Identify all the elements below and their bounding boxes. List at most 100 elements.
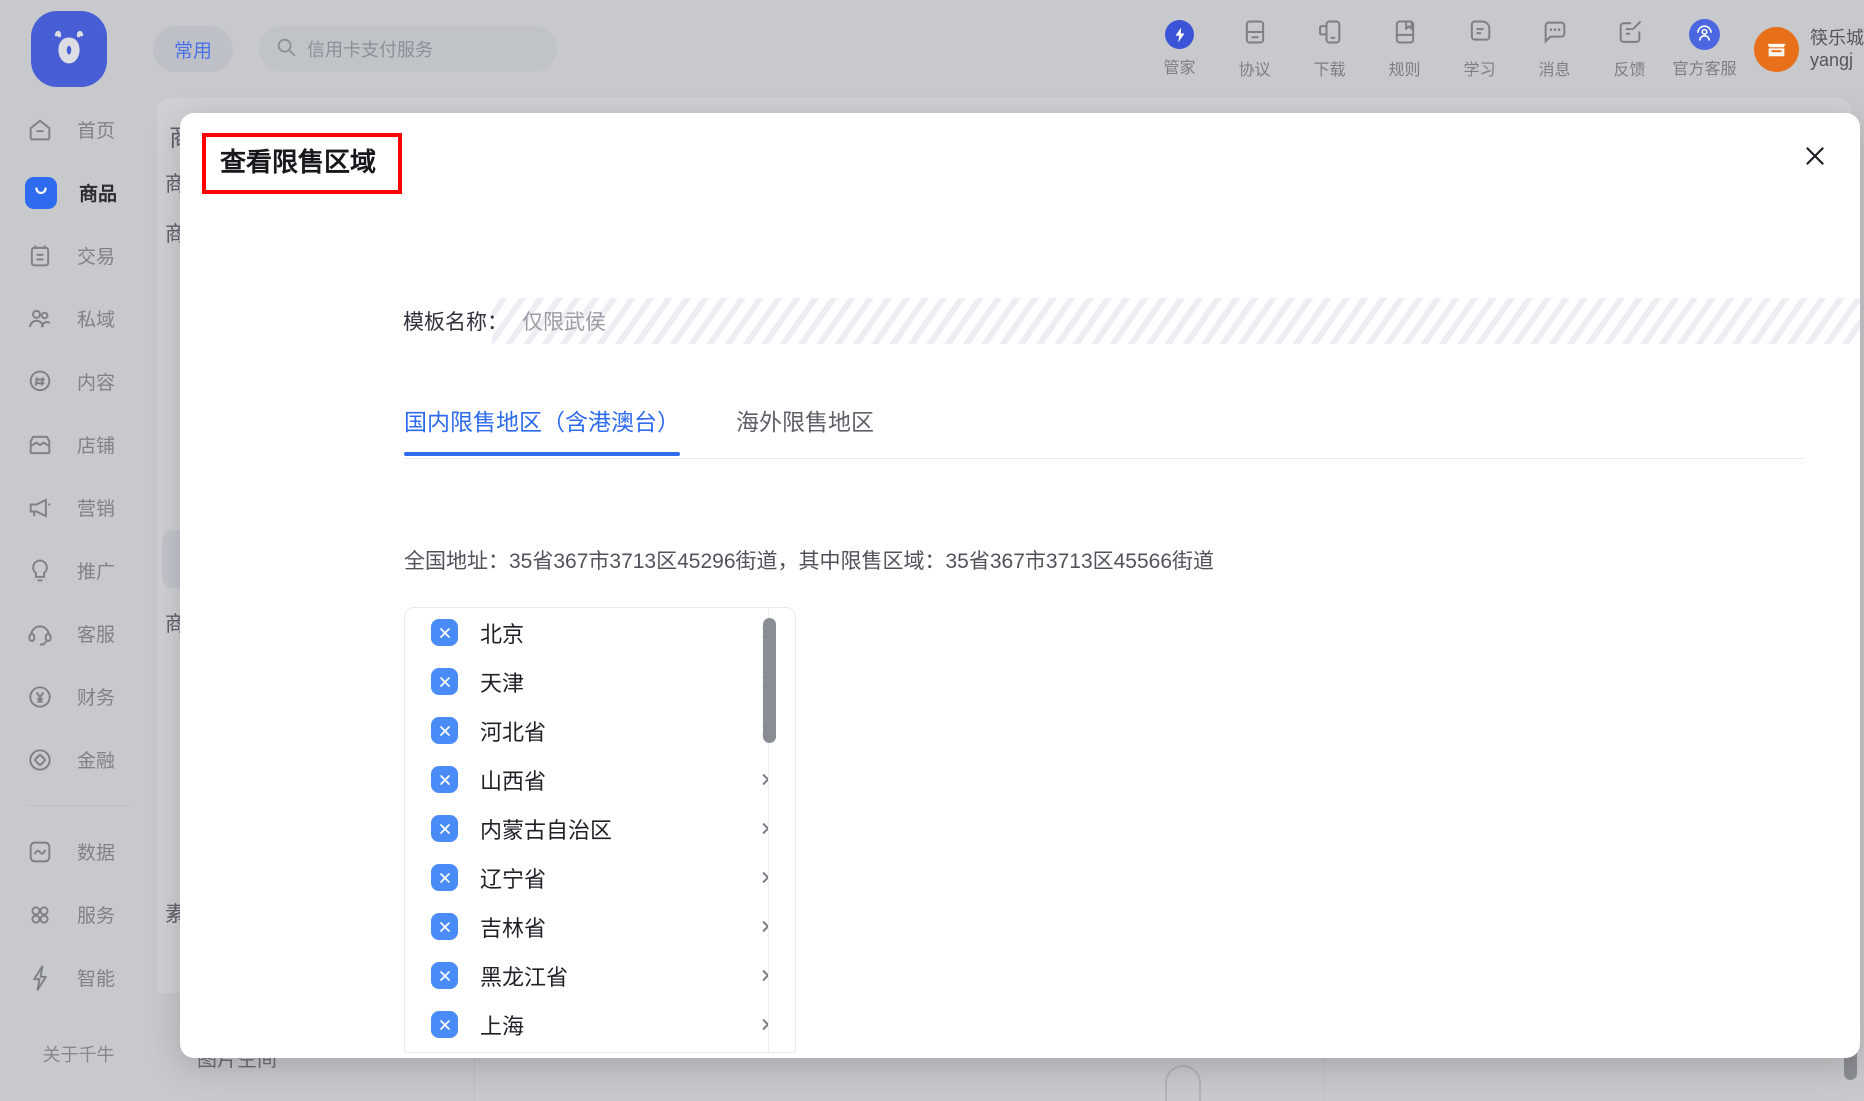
sidebar-item-label: 服务 [77,906,116,927]
common-tab-button[interactable]: 常用 [153,26,233,72]
modal-tabs: 国内限售地区（含港澳台） 海外限售地区 [404,403,1804,459]
chevron-right-icon[interactable] [758,772,773,787]
sidebar-item-intelligence[interactable]: 智能 [0,946,157,1009]
chevron-right-icon[interactable] [758,1017,773,1032]
chevron-right-icon[interactable] [758,919,773,934]
sidebar-item-financial[interactable]: 金融 [0,728,157,791]
download-icon [1316,18,1344,51]
list-item[interactable]: 北京 [405,608,795,657]
sidebar-item-service[interactable]: 服务 [0,883,157,946]
sidebar-item-data[interactable]: 数据 [0,820,157,883]
list-item[interactable]: 吉林省 [405,902,795,951]
template-name-label: 模板名称： [403,311,508,334]
chevron-right-icon[interactable] [758,821,773,836]
sidebar-item-label: 私域 [77,310,116,331]
nav-label: 学习 [1463,62,1496,79]
user-name-block: 筷乐城 yangj [1810,27,1864,72]
qianniu-logo-icon[interactable] [31,11,107,87]
view-restricted-area-modal: 查看限售区域 模板名称： 仅限武侯 国内限售地区（含港澳台） 海外限售地区 全国… [180,113,1860,1058]
modal-title-highlight: 查看限售区域 [202,133,403,194]
checkbox-x-icon[interactable] [431,1011,458,1038]
nav-item-message[interactable]: 消息 [1517,18,1592,80]
list-item[interactable]: 上海 [405,1000,795,1049]
nav-item-feedback[interactable]: 反馈 [1592,18,1667,80]
address-summary-text: 全国地址：35省367市3713区45296街道，其中限售区域：35省367市3… [404,550,1215,573]
tab-label: 国内限售地区（含港澳台） [404,409,680,435]
sidebar-item-goods[interactable]: 商品 [0,161,157,224]
message-bubble-icon [1541,18,1569,51]
sidebar-item-label: 营销 [77,499,116,520]
region-name: 河北省 [480,719,547,745]
nav-label: 规则 [1388,62,1421,79]
sidebar-item-home[interactable]: 首页 [0,98,157,161]
region-name: 辽宁省 [480,866,547,892]
promotion-bulb-icon [25,556,55,586]
tab-overseas-restricted[interactable]: 海外限售地区 [736,403,874,455]
home-icon [25,115,55,145]
sidebar-item-label: 交易 [77,247,116,268]
hatched-background [492,298,1860,344]
tab-domestic-restricted[interactable]: 国内限售地区（含港澳台） [404,403,680,456]
search-input[interactable]: 信用卡支付服务 [259,26,557,72]
list-item-partial[interactable] [405,1049,795,1052]
nav-item-agreement[interactable]: 协议 [1217,18,1292,80]
common-tab-label: 常用 [173,40,212,62]
sidebar-item-shop[interactable]: 店铺 [0,413,157,476]
trade-icon [25,241,55,271]
checkbox-x-icon[interactable] [431,717,458,744]
sidebar-item-label: 金融 [77,751,116,772]
nav-item-official-support[interactable]: 官方客服 [1667,19,1742,79]
sidebar-footer-link[interactable]: 关于千牛 [0,1041,157,1067]
search-placeholder: 信用卡支付服务 [307,40,433,60]
template-name-value: 仅限武侯 [522,311,606,334]
checkbox-x-icon[interactable] [431,766,458,793]
nav-label: 反馈 [1613,62,1646,79]
sidebar-item-finance[interactable]: 财务 [0,665,157,728]
search-icon [275,36,297,63]
list-item[interactable]: 黑龙江省 [405,951,795,1000]
list-item[interactable]: 河北省 [405,706,795,755]
nav-label: 管家 [1163,60,1196,77]
sidebar-item-label: 商品 [79,184,118,205]
content-icon [25,367,55,397]
rules-book-icon [1391,18,1419,51]
sidebar-item-promotion[interactable]: 推广 [0,539,157,602]
chevron-right-icon[interactable] [758,870,773,885]
service-grid-icon [25,900,55,930]
region-list-scrollbar[interactable] [763,618,776,743]
sidebar-item-content[interactable]: 内容 [0,350,157,413]
nav-item-rules[interactable]: 规则 [1367,18,1442,80]
sidebar-item-trade[interactable]: 交易 [0,224,157,287]
close-icon[interactable] [1796,137,1834,175]
checkbox-x-icon[interactable] [431,668,458,695]
region-name: 吉林省 [480,915,547,941]
marketing-megaphone-icon [25,493,55,523]
bg-capsule-shape [1165,1065,1201,1101]
checkbox-x-icon[interactable] [431,864,458,891]
checkbox-x-icon[interactable] [431,619,458,646]
headset-support-icon [1689,19,1720,50]
checkbox-x-icon[interactable] [431,962,458,989]
feedback-edit-icon [1616,18,1644,51]
top-navigation-bar: 常用 信用卡支付服务 管家 协议 下载 规则 学习 消息 反馈 官方客服 筷乐城… [0,0,1864,98]
list-item[interactable]: 天津 [405,657,795,706]
sidebar-item-customer-service[interactable]: 客服 [0,602,157,665]
sidebar-item-label: 首页 [77,121,116,142]
financial-coin-icon [25,745,55,775]
nav-item-download[interactable]: 下载 [1292,18,1367,80]
chevron-right-icon[interactable] [758,968,773,983]
nav-item-butler[interactable]: 管家 [1142,20,1217,78]
list-item[interactable]: 山西省 [405,755,795,804]
sidebar-item-private-domain[interactable]: 私域 [0,287,157,350]
list-item[interactable]: 内蒙古自治区 [405,804,795,853]
checkbox-x-icon[interactable] [431,815,458,842]
nav-item-learning[interactable]: 学习 [1442,18,1517,80]
region-name: 天津 [480,670,525,696]
shop-avatar-icon [1754,26,1799,72]
sidebar-item-marketing[interactable]: 营销 [0,476,157,539]
list-item[interactable]: 辽宁省 [405,853,795,902]
private-domain-icon [25,304,55,334]
checkbox-x-icon[interactable] [431,913,458,940]
tab-label: 海外限售地区 [736,409,874,435]
user-profile[interactable]: 筷乐城 yangj [1754,26,1864,72]
